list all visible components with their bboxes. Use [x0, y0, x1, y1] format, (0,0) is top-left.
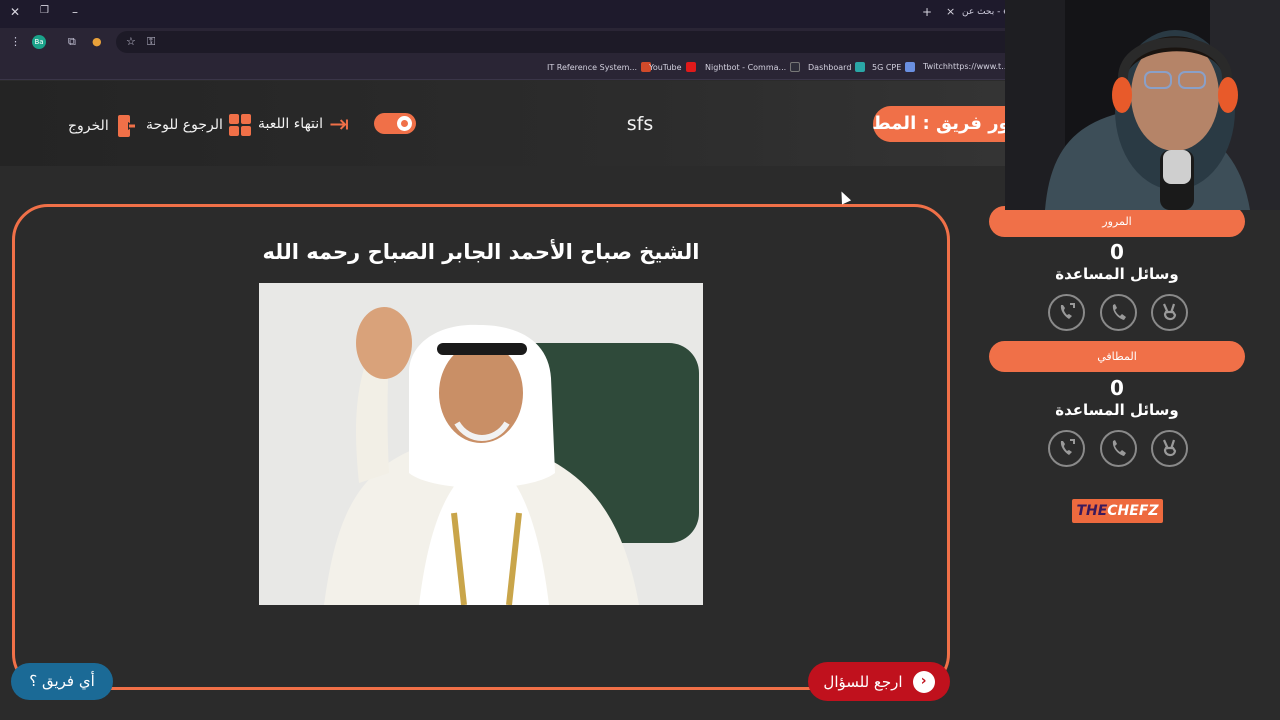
end-game-label: انتهاء اللعبة: [258, 116, 324, 132]
two-answers-hand-icon[interactable]: [1151, 294, 1188, 331]
tab-close-icon[interactable]: ×: [946, 5, 955, 18]
window-restore-icon[interactable]: ❐: [40, 5, 49, 16]
end-game-button[interactable]: ⇥ انتهاء اللعبة: [258, 110, 350, 138]
back-to-question-button[interactable]: ‹ ارجع للسؤال: [808, 662, 950, 701]
bookmark-5g-cpe[interactable]: 5G CPE: [872, 62, 916, 72]
nightbot-icon: [790, 62, 801, 72]
back-to-question-label: ارجع للسؤال: [823, 672, 903, 691]
webcam-overlay: [1005, 0, 1280, 210]
dashboard-icon: [855, 62, 866, 72]
exit-button[interactable]: الخروج: [68, 114, 137, 138]
team-score: 0: [1110, 376, 1124, 400]
which-team-button[interactable]: أي فريق ؟: [11, 663, 113, 700]
help-tools-label: وسائل المساعدة: [1055, 265, 1179, 283]
game-title: sfs: [626, 113, 654, 135]
new-tab-icon[interactable]: +: [922, 5, 932, 19]
bookmark-dashboard[interactable]: Dashboard: [808, 62, 866, 72]
toggle-knob-gear-icon: [397, 116, 412, 131]
bookmark-nightbot[interactable]: Nightbot - Comma...: [705, 62, 801, 72]
profile-avatar[interactable]: Ba: [32, 35, 46, 49]
help-tools-row: [1048, 294, 1188, 331]
team-score: 0: [1110, 240, 1124, 264]
extension-icon[interactable]: ●: [92, 35, 102, 48]
end-arrow-icon: ⇥: [329, 110, 350, 138]
the-chefz-logo: THECHEFZ: [1072, 499, 1163, 523]
phone-icon[interactable]: [1099, 294, 1137, 331]
youtube-icon: [685, 62, 696, 72]
address-bar[interactable]: [116, 31, 1016, 53]
phone-icon[interactable]: [1099, 430, 1137, 467]
answer-photo: [259, 283, 703, 605]
bookmark-star-icon[interactable]: ☆: [126, 35, 136, 48]
game-toggle[interactable]: [374, 113, 416, 134]
team-name-badge: المرور: [989, 206, 1245, 237]
back-to-board-label: الرجوع للوحة: [146, 117, 223, 133]
two-answers-hand-icon[interactable]: [1151, 430, 1188, 467]
window-close-icon[interactable]: ✕: [10, 5, 20, 19]
call-friend-icon[interactable]: [1048, 430, 1085, 467]
bookmark-youtube[interactable]: YouTube: [649, 62, 696, 72]
window-minimize-icon[interactable]: –: [72, 5, 78, 19]
help-tools-row: [1048, 430, 1188, 467]
back-to-board-button[interactable]: الرجوع للوحة: [146, 114, 251, 136]
menu-icon[interactable]: ⋮: [10, 35, 21, 48]
exit-door-icon: [115, 114, 137, 138]
bookmark-it-reference[interactable]: IT Reference System...: [547, 62, 652, 72]
router-icon: [905, 62, 916, 72]
answer-text: الشيخ صباح الأحمد الجابر الصباح رحمه الل…: [262, 240, 700, 264]
chevron-left-icon: ‹: [912, 670, 935, 693]
board-grid-icon: [228, 114, 251, 136]
key-icon[interactable]: ⚿: [147, 35, 155, 49]
browser-tab-title[interactable]: بحث عن - e: [962, 7, 1009, 17]
bookmark-twitch[interactable]: Twitchhttps://www.t...: [923, 62, 1009, 71]
team-name-badge: المطافي: [989, 341, 1245, 372]
help-tools-label: وسائل المساعدة: [1055, 401, 1179, 419]
extensions-icon[interactable]: ⧉: [68, 35, 76, 49]
exit-label: الخروج: [68, 118, 109, 134]
mouse-cursor-icon: [836, 189, 852, 205]
call-friend-icon[interactable]: [1048, 294, 1085, 331]
